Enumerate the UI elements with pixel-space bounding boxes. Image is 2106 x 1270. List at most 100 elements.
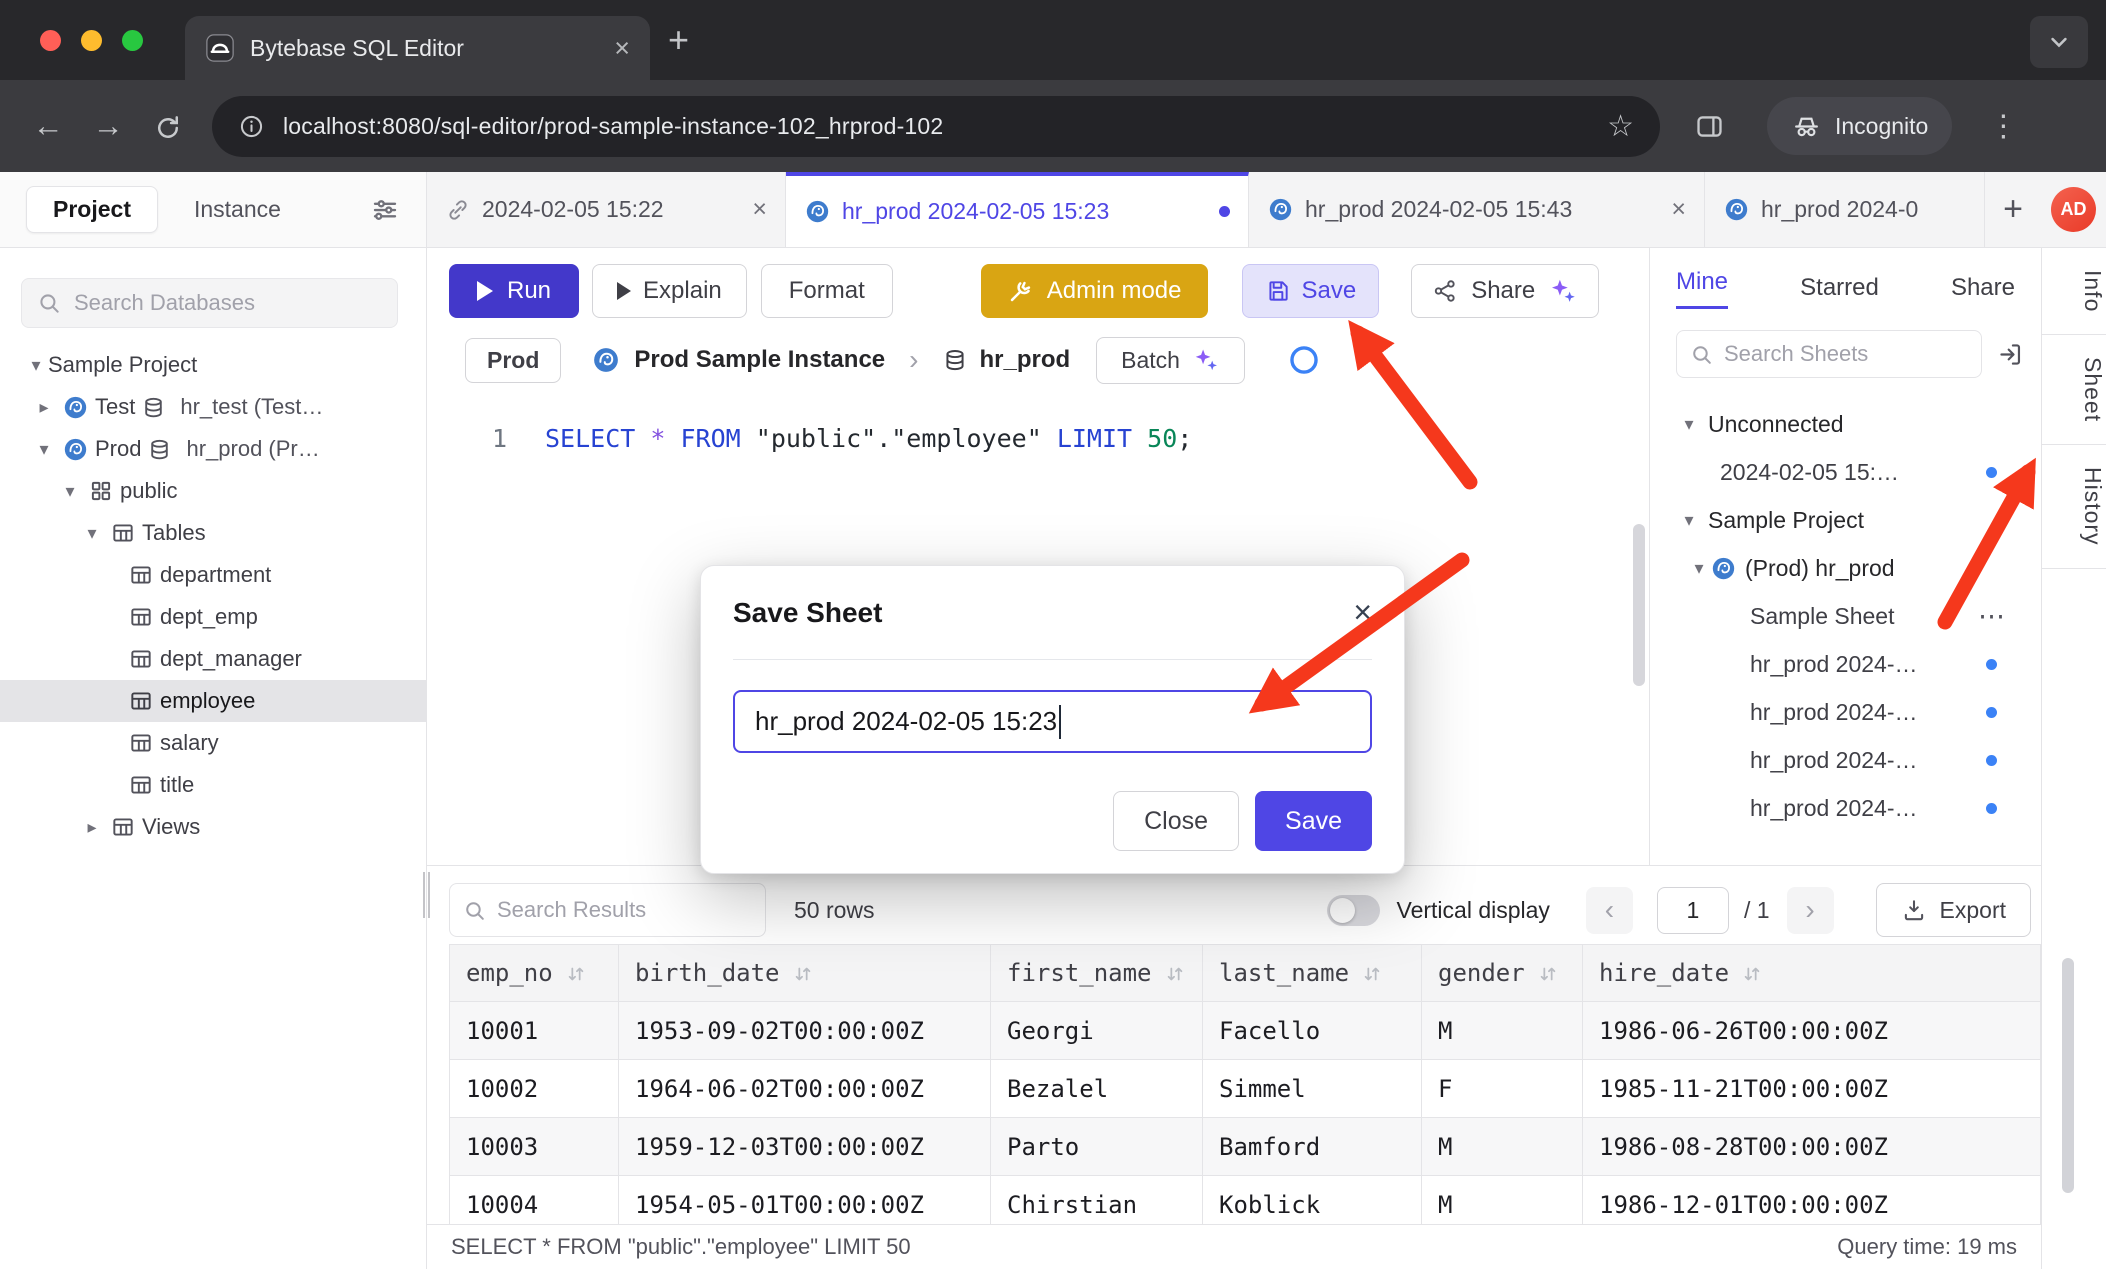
caret-down-icon[interactable]: ▾ — [24, 355, 48, 376]
window-close-button[interactable] — [40, 30, 61, 51]
column-header[interactable]: last_name — [1203, 945, 1422, 1002]
tree-item-employee-selected[interactable]: employee — [0, 680, 426, 722]
results-scrollbar[interactable] — [2062, 958, 2074, 1193]
caret-down-icon[interactable]: ▾ — [1678, 414, 1700, 435]
caret-down-icon[interactable]: ▾ — [32, 439, 56, 460]
tree-item-sample-project[interactable]: ▾ Sample Project — [0, 344, 426, 386]
cell[interactable]: 10002 — [450, 1060, 619, 1118]
cell[interactable]: 1985-11-21T00:00:00Z — [1583, 1060, 2041, 1118]
table-row[interactable]: 10002 1964-06-02T00:00:00Z Bezalel Simme… — [450, 1060, 2041, 1118]
sheet-search[interactable] — [1676, 330, 1982, 378]
tree-item-views-group[interactable]: ▸ Views — [0, 806, 426, 848]
sheet-item[interactable]: hr_prod 2024-… — [1650, 784, 2041, 832]
table-row[interactable]: 10003 1959-12-03T00:00:00Z Parto Bamford… — [450, 1118, 2041, 1176]
address-bar[interactable]: localhost:8080/sql-editor/prod-sample-in… — [212, 96, 1660, 157]
cell[interactable]: Simmel — [1203, 1060, 1422, 1118]
editor-tab-1[interactable]: 2024-02-05 15:22 × — [427, 172, 786, 247]
vertical-display-toggle[interactable] — [1327, 895, 1380, 926]
reload-button[interactable] — [146, 108, 190, 144]
admin-mode-button[interactable]: Admin mode — [981, 264, 1208, 318]
sheet-item[interactable]: hr_prod 2024-… — [1650, 736, 2041, 784]
cell[interactable]: M — [1422, 1002, 1583, 1060]
column-header[interactable]: hire_date — [1583, 945, 2041, 1002]
sheet-item-unconnected[interactable]: 2024-02-05 15:… — [1650, 448, 2041, 496]
sheet-item-sample-sheet[interactable]: Sample Sheet ⋯ — [1650, 592, 2041, 640]
table-row[interactable]: 10001 1953-09-02T00:00:00Z Georgi Facell… — [450, 1002, 2041, 1060]
dialog-close-icon[interactable]: × — [1353, 594, 1372, 631]
column-header[interactable]: gender — [1422, 945, 1583, 1002]
cell[interactable]: 1953-09-02T00:00:00Z — [619, 1002, 991, 1060]
share-button[interactable]: Share — [1411, 264, 1599, 318]
rail-tab-history[interactable]: History — [2042, 445, 2106, 569]
cell[interactable]: Bamford — [1203, 1118, 1422, 1176]
sheet-name-input[interactable]: hr_prod 2024-02-05 15:23 — [733, 690, 1372, 753]
editor-scrollbar[interactable] — [1633, 524, 1645, 686]
sheet-group-unconnected[interactable]: ▾ Unconnected — [1650, 400, 2041, 448]
cell[interactable]: 1964-06-02T00:00:00Z — [619, 1060, 991, 1118]
rail-tab-info[interactable]: Info — [2042, 248, 2106, 335]
format-button[interactable]: Format — [761, 264, 893, 318]
back-button[interactable]: ← — [26, 108, 70, 144]
dialog-close-button[interactable]: Close — [1113, 791, 1239, 851]
run-button[interactable]: Run — [449, 264, 579, 318]
sheet-search-input[interactable] — [1724, 341, 1969, 367]
database-name[interactable]: hr_prod — [979, 346, 1070, 374]
sheet-group-sample-project[interactable]: ▾ Sample Project — [1650, 496, 2041, 544]
environment-chip[interactable]: Prod — [465, 338, 561, 383]
results-search[interactable] — [449, 883, 766, 937]
cell[interactable]: 10001 — [450, 1002, 619, 1060]
caret-down-icon[interactable]: ▾ — [1688, 558, 1710, 579]
tree-item-dept-emp[interactable]: dept_emp — [0, 596, 426, 638]
column-header[interactable]: emp_no — [450, 945, 619, 1002]
instance-name[interactable]: Prod Sample Instance — [634, 346, 885, 374]
editor-tab-3[interactable]: hr_prod 2024-02-05 15:43 × — [1249, 172, 1705, 247]
cell[interactable]: Parto — [991, 1118, 1203, 1176]
editor-tab-2-active[interactable]: hr_prod 2024-02-05 15:23 — [786, 172, 1249, 247]
cell[interactable]: 1954-05-01T00:00:00Z — [619, 1176, 991, 1225]
tree-item-salary[interactable]: salary — [0, 722, 426, 764]
tab-starred[interactable]: Starred — [1800, 274, 1879, 302]
database-search[interactable] — [21, 278, 398, 328]
sheet-group-prod-hrprod[interactable]: ▾ (Prod) hr_prod — [1650, 544, 2041, 592]
avatar[interactable]: AD — [2051, 187, 2096, 232]
cell[interactable]: F — [1422, 1060, 1583, 1118]
results-table-container[interactable]: emp_no birth_date first_name last_name g… — [449, 944, 2041, 1224]
column-header[interactable]: birth_date — [619, 945, 991, 1002]
forward-button[interactable]: → — [86, 108, 130, 144]
window-zoom-button[interactable] — [122, 30, 143, 51]
browser-tab[interactable]: Bytebase SQL Editor × — [185, 16, 650, 80]
tab-share[interactable]: Share — [1951, 274, 2015, 302]
cell[interactable]: Georgi — [991, 1002, 1203, 1060]
tree-item-title[interactable]: title — [0, 764, 426, 806]
caret-down-icon[interactable]: ▾ — [58, 481, 82, 502]
connection-ring-icon[interactable] — [1287, 343, 1321, 377]
bookmark-star-icon[interactable]: ☆ — [1607, 109, 1634, 144]
caret-down-icon[interactable]: ▾ — [1678, 510, 1700, 531]
tree-item-test-env[interactable]: ▸ Test hr_test (Test… — [0, 386, 426, 428]
next-page-button[interactable]: › — [1787, 887, 1834, 934]
editor-tab-4[interactable]: hr_prod 2024-0 — [1705, 172, 1985, 247]
dialog-save-button[interactable]: Save — [1255, 791, 1372, 851]
side-panel-icon[interactable] — [1694, 111, 1725, 142]
batch-button[interactable]: Batch — [1096, 337, 1245, 384]
page-input[interactable] — [1657, 887, 1729, 934]
results-search-input[interactable] — [497, 897, 753, 923]
close-icon[interactable]: × — [1657, 195, 1686, 224]
close-icon[interactable]: × — [738, 195, 767, 224]
sheet-item[interactable]: hr_prod 2024-… — [1650, 640, 2041, 688]
sort-icon[interactable] — [565, 963, 587, 985]
tree-item-dept-manager[interactable]: dept_manager — [0, 638, 426, 680]
more-icon[interactable]: ⋯ — [1978, 601, 2005, 632]
caret-right-icon[interactable]: ▸ — [32, 397, 56, 418]
tab-close-icon[interactable]: × — [614, 33, 630, 64]
cell[interactable]: 1986-06-26T00:00:00Z — [1583, 1002, 2041, 1060]
site-info-icon[interactable] — [238, 113, 265, 140]
tree-item-tables-group[interactable]: ▾ Tables — [0, 512, 426, 554]
cell[interactable]: Facello — [1203, 1002, 1422, 1060]
cell[interactable]: 10003 — [450, 1118, 619, 1176]
cell[interactable]: Chirstian — [991, 1176, 1203, 1225]
explain-button[interactable]: Explain — [592, 264, 747, 318]
cell[interactable]: 10004 — [450, 1176, 619, 1225]
cell[interactable]: M — [1422, 1176, 1583, 1225]
new-sheet-tab-button[interactable]: + — [1985, 172, 2041, 247]
